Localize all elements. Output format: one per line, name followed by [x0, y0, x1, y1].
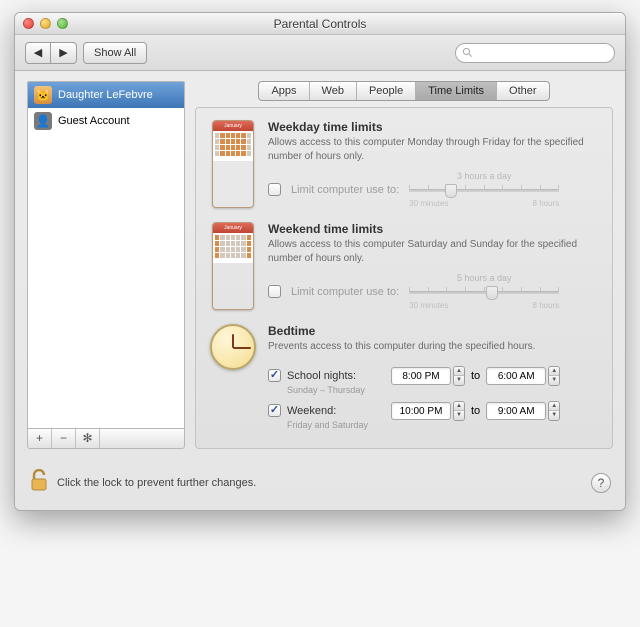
tab-other[interactable]: Other	[497, 82, 549, 100]
weekday-limit-label: Limit computer use to:	[291, 184, 399, 196]
school-from-time[interactable]: 8:00 PM	[391, 367, 451, 385]
bedtime-title: Bedtime	[268, 324, 598, 338]
stepper-arrows[interactable]: ▲▼	[548, 366, 560, 386]
stepper-arrows[interactable]: ▲▼	[453, 401, 465, 421]
sidebar-gear-button[interactable]: ✻	[76, 429, 100, 448]
nav-back-forward: ◀ ▶	[25, 42, 77, 64]
lock-icon[interactable]	[29, 469, 49, 498]
weekday-limit-checkbox[interactable]	[268, 183, 281, 196]
user-name-label: Guest Account	[58, 115, 130, 127]
school-nights-label: School nights:	[287, 370, 385, 382]
tab-time-limits[interactable]: Time Limits	[416, 82, 497, 100]
school-nights-checkbox[interactable]	[268, 369, 281, 382]
school-nights-sublabel: Sunday – Thursday	[287, 385, 598, 395]
stepper-up-icon: ▲	[549, 402, 559, 411]
sidebar-footer: + − ✻	[27, 429, 185, 449]
weekday-desc: Allows access to this computer Monday th…	[268, 136, 598, 163]
preferences-window: Parental Controls ◀ ▶ Show All 🐱 Daughte…	[14, 12, 626, 511]
toolbar: ◀ ▶ Show All	[15, 35, 625, 71]
sidebar: 🐱 Daughter LeFebvre 👤 Guest Account + − …	[27, 81, 185, 449]
weekend-slider[interactable]: 5 hours a day 30 minutes8 hours	[409, 273, 559, 310]
user-avatar-icon: 🐱	[34, 86, 52, 104]
user-name-label: Daughter LeFebvre	[58, 89, 153, 101]
weekday-slider[interactable]: 3 hours a day 30 minutes8 hours	[409, 171, 559, 208]
weekend-from-time[interactable]: 10:00 PM	[391, 402, 451, 420]
stepper-down-icon: ▼	[454, 376, 464, 385]
weekend-limit-label: Limit computer use to:	[291, 286, 399, 298]
forward-button[interactable]: ▶	[51, 42, 77, 64]
calendar-icon: January	[212, 120, 254, 208]
window-title: Parental Controls	[15, 17, 625, 31]
bedtime-desc: Prevents access to this computer during …	[268, 340, 598, 354]
help-button[interactable]: ?	[591, 473, 611, 493]
stepper-arrows[interactable]: ▲▼	[548, 401, 560, 421]
time-limits-pane: January Weekday time limits Allows acces…	[195, 107, 613, 449]
weekend-section: January Weekend time limits Allows acces…	[210, 222, 598, 310]
calendar-icon: January	[212, 222, 254, 310]
weekend-title: Weekend time limits	[268, 222, 598, 236]
weekend-nights-sublabel: Friday and Saturday	[287, 420, 598, 430]
titlebar[interactable]: Parental Controls	[15, 13, 625, 35]
stepper-arrows[interactable]: ▲▼	[453, 366, 465, 386]
stepper-up-icon: ▲	[454, 367, 464, 376]
stepper-up-icon: ▲	[549, 367, 559, 376]
user-list: 🐱 Daughter LeFebvre 👤 Guest Account	[27, 81, 185, 429]
lock-text: Click the lock to prevent further change…	[57, 477, 583, 489]
footer: Click the lock to prevent further change…	[15, 459, 625, 510]
stepper-down-icon: ▼	[549, 411, 559, 420]
slider-thumb[interactable]	[445, 184, 457, 198]
tab-apps[interactable]: Apps	[259, 82, 309, 100]
clock-icon	[210, 324, 256, 370]
weekend-desc: Allows access to this computer Saturday …	[268, 238, 598, 265]
bedtime-section: Bedtime Prevents access to this computer…	[210, 324, 598, 434]
show-all-button[interactable]: Show All	[83, 42, 147, 64]
add-user-button[interactable]: +	[28, 429, 52, 448]
weekend-nights-checkbox[interactable]	[268, 404, 281, 417]
slider-thumb[interactable]	[486, 286, 498, 300]
search-icon	[462, 47, 473, 58]
school-to-time[interactable]: 6:00 AM	[486, 367, 546, 385]
sidebar-user-guest[interactable]: 👤 Guest Account	[28, 108, 184, 134]
tab-web[interactable]: Web	[310, 82, 357, 100]
stepper-up-icon: ▲	[454, 402, 464, 411]
back-button[interactable]: ◀	[25, 42, 51, 64]
main-panel: Apps Web People Time Limits Other Januar…	[185, 81, 613, 449]
remove-user-button[interactable]: −	[52, 429, 76, 448]
stepper-down-icon: ▼	[549, 376, 559, 385]
tab-people[interactable]: People	[357, 82, 416, 100]
user-silhouette-icon: 👤	[34, 112, 52, 130]
weekend-nights-label: Weekend:	[287, 405, 385, 417]
sidebar-user-daughter[interactable]: 🐱 Daughter LeFebvre	[28, 82, 184, 108]
stepper-down-icon: ▼	[454, 411, 464, 420]
weekend-limit-checkbox[interactable]	[268, 285, 281, 298]
search-input[interactable]	[477, 47, 608, 59]
weekday-section: January Weekday time limits Allows acces…	[210, 120, 598, 208]
weekend-to-time[interactable]: 9:00 AM	[486, 402, 546, 420]
search-field[interactable]	[455, 43, 615, 63]
weekday-title: Weekday time limits	[268, 120, 598, 134]
tab-bar: Apps Web People Time Limits Other	[195, 81, 613, 101]
